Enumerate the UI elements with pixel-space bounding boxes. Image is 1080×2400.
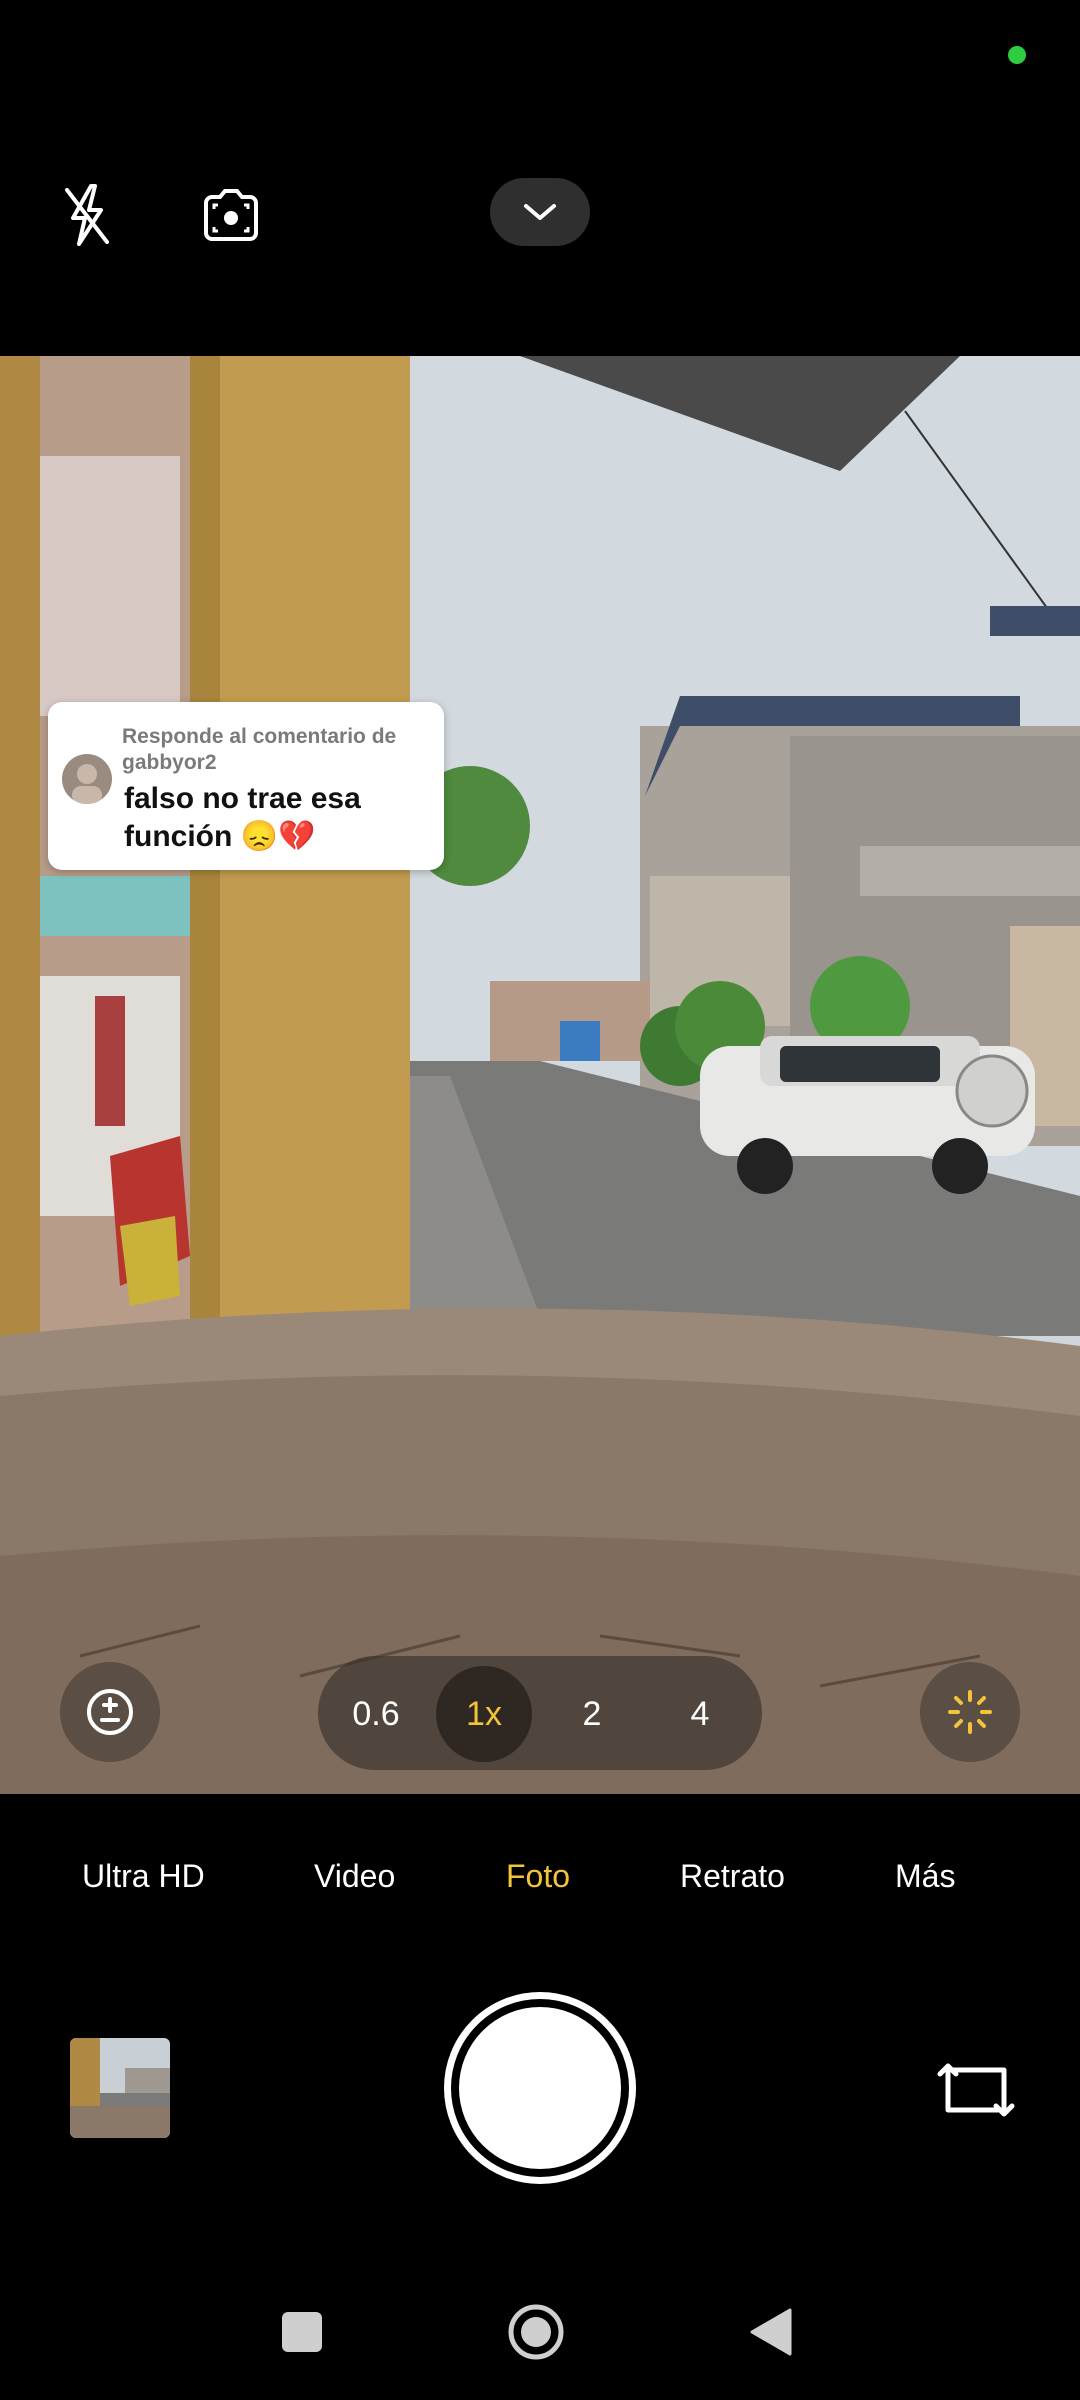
mode-retrato[interactable]: Retrato <box>680 1858 785 1895</box>
home-nav-button[interactable] <box>504 2300 568 2364</box>
camera-lens-icon <box>204 189 258 241</box>
mode-mas[interactable]: Más <box>895 1858 955 1895</box>
mode-ultra-hd[interactable]: Ultra HD <box>82 1858 205 1895</box>
exposure-plus-minus-icon <box>87 1689 133 1735</box>
zoom-selector: 0.6 1x 2 4 <box>318 1656 762 1770</box>
avatar <box>62 754 112 804</box>
switch-camera-icon <box>937 2063 1015 2117</box>
exposure-button[interactable] <box>60 1662 160 1762</box>
lens-mode-button[interactable] <box>186 170 276 260</box>
collapse-settings-button[interactable] <box>490 178 590 246</box>
comment-text: falso no trae esa función 😞💔 <box>124 782 361 853</box>
gallery-thumbnail[interactable] <box>70 2038 170 2138</box>
switch-camera-button[interactable] <box>934 2048 1018 2132</box>
shutter-button[interactable] <box>444 1992 636 2184</box>
mode-foto[interactable]: Foto <box>506 1858 570 1895</box>
effects-button[interactable] <box>920 1662 1020 1762</box>
recents-nav-button[interactable] <box>270 2300 334 2364</box>
circle-icon <box>508 2304 564 2360</box>
flash-toggle-button[interactable] <box>42 170 132 260</box>
chevron-down-icon <box>524 204 556 220</box>
back-nav-button[interactable] <box>738 2300 802 2364</box>
zoom-option-1x[interactable]: 1x <box>436 1666 532 1762</box>
zoom-option-2[interactable]: 2 <box>544 1666 640 1762</box>
comment-reply-header: Responde al comentario de gabbyor2 <box>122 725 397 774</box>
square-icon <box>282 2312 322 2352</box>
comment-reply-card: Responde al comentario de gabbyor2 falso… <box>48 702 444 870</box>
sparkle-icon <box>948 1690 992 1734</box>
zoom-option-0-6[interactable]: 0.6 <box>328 1666 424 1762</box>
shutter-inner <box>459 2007 621 2169</box>
mode-video[interactable]: Video <box>314 1858 395 1895</box>
triangle-back-icon <box>750 2308 792 2356</box>
viewfinder-scene <box>0 356 1080 1794</box>
flash-off-icon <box>65 184 109 246</box>
privacy-indicator-dot <box>1008 46 1026 64</box>
zoom-option-4[interactable]: 4 <box>652 1666 748 1762</box>
camera-viewfinder[interactable] <box>0 356 1080 1794</box>
